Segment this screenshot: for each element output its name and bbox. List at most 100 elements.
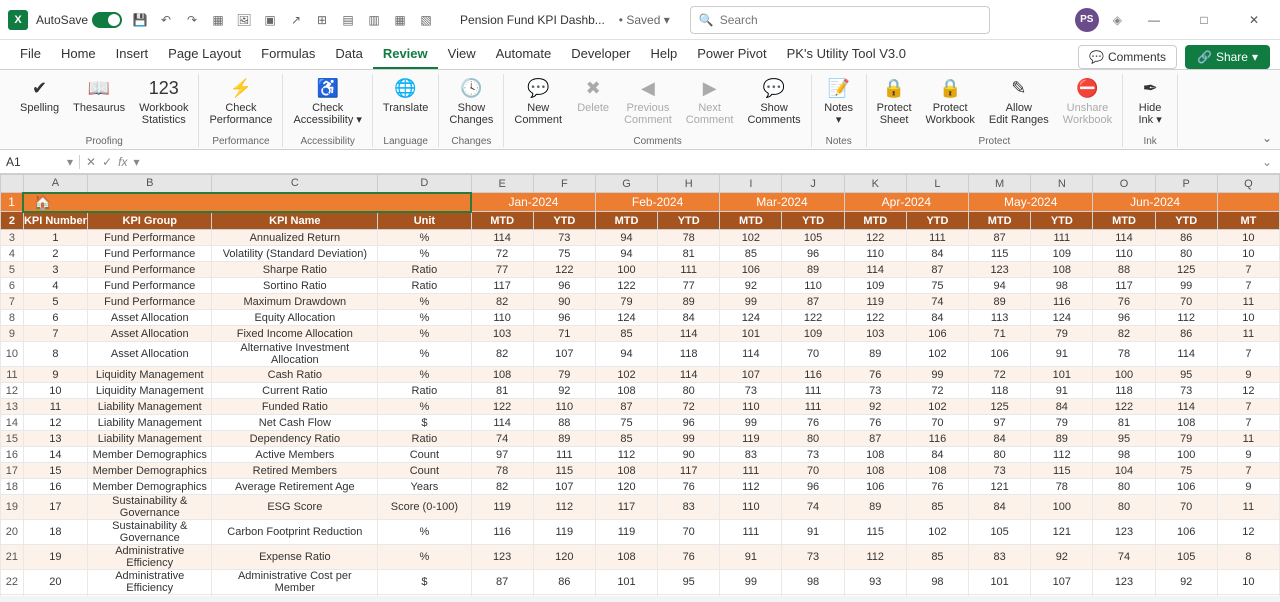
cell[interactable]: Fund Performance [88, 294, 212, 310]
table-row[interactable]: 1513Liability ManagementDependency Ratio… [1, 431, 1280, 447]
cell[interactable]: 98 [1093, 447, 1155, 463]
cell[interactable]: 104 [1093, 463, 1155, 479]
cell[interactable]: 7 [23, 326, 87, 342]
cell[interactable] [471, 595, 533, 597]
cell[interactable]: 82 [471, 479, 533, 495]
cell[interactable]: 83 [969, 545, 1031, 570]
cell[interactable]: 122 [533, 262, 595, 278]
cell[interactable]: 124 [595, 310, 657, 326]
cell[interactable]: 79 [1155, 431, 1217, 447]
cell[interactable]: 112 [533, 495, 595, 520]
cell[interactable]: Active Members [212, 447, 378, 463]
cell[interactable]: 10 [23, 383, 87, 399]
cell[interactable]: 9 [1217, 367, 1279, 383]
table-row[interactable]: 1311Liability ManagementFunded Ratio%122… [1, 399, 1280, 415]
cell[interactable]: 118 [969, 383, 1031, 399]
qat-icon-4[interactable]: ↗ [288, 12, 304, 28]
cell[interactable]: 102 [906, 399, 968, 415]
table-row[interactable]: 86Asset AllocationEquity Allocation%1109… [1, 310, 1280, 326]
cell[interactable]: 121 [969, 479, 1031, 495]
cell[interactable]: 123 [1093, 520, 1155, 545]
cell[interactable]: 83 [658, 495, 720, 520]
cell[interactable]: Member Demographics [88, 479, 212, 495]
cell[interactable]: 96 [658, 415, 720, 431]
cell[interactable]: 96 [782, 479, 844, 495]
qat-icon-3[interactable]: ▣ [262, 12, 278, 28]
table-row[interactable]: 42Fund PerformanceVolatility (Standard D… [1, 246, 1280, 262]
table-row[interactable]: 1917Sustainability & GovernanceESG Score… [1, 495, 1280, 520]
row-header[interactable]: 3 [1, 230, 24, 246]
cell[interactable]: 73 [533, 230, 595, 246]
ribbon-hide-ink-[interactable]: ✒HideInk ▾ [1127, 74, 1173, 135]
cell[interactable]: 116 [1031, 294, 1093, 310]
col-header-O[interactable]: O [1093, 175, 1155, 193]
save-status[interactable]: • Saved ▾ [619, 13, 670, 27]
cell[interactable]: $ [378, 570, 471, 595]
ribbon-check-accessibility-[interactable]: ♿CheckAccessibility ▾ [287, 74, 367, 135]
cell[interactable]: 96 [533, 310, 595, 326]
cell[interactable]: 87 [595, 399, 657, 415]
cell[interactable]: 73 [1155, 383, 1217, 399]
row-header[interactable]: 6 [1, 278, 24, 294]
table-row[interactable]: 1715Member DemographicsRetired MembersCo… [1, 463, 1280, 479]
col-header-D[interactable]: D [378, 175, 471, 193]
cell[interactable]: 98 [906, 570, 968, 595]
ribbon-show-changes[interactable]: 🕓ShowChanges [443, 74, 499, 135]
cell[interactable]: 81 [1093, 415, 1155, 431]
tab-view[interactable]: View [438, 40, 486, 69]
cell[interactable]: 108 [906, 463, 968, 479]
home-icon-cell[interactable]: 🏠 [23, 193, 471, 212]
row-header[interactable]: 7 [1, 294, 24, 310]
cell[interactable]: 10 [1217, 246, 1279, 262]
cell[interactable] [212, 595, 378, 597]
cell[interactable]: 87 [906, 262, 968, 278]
toggle-on-icon[interactable] [92, 12, 122, 28]
cell[interactable]: Ratio [378, 262, 471, 278]
col-header-E[interactable]: E [471, 175, 533, 193]
cell[interactable]: 7 [1217, 278, 1279, 294]
cell[interactable]: 74 [782, 495, 844, 520]
cell[interactable] [906, 595, 968, 597]
cell[interactable]: Equity Allocation [212, 310, 378, 326]
ribbon-new-comment[interactable]: 💬NewComment [508, 74, 568, 135]
cell[interactable]: 110 [720, 399, 782, 415]
cell[interactable]: Cash Ratio [212, 367, 378, 383]
cell[interactable]: 110 [1093, 246, 1155, 262]
cell[interactable]: Fund Performance [88, 262, 212, 278]
ribbon-workbook-statistics[interactable]: 123WorkbookStatistics [133, 74, 194, 135]
cell[interactable]: % [378, 367, 471, 383]
cell[interactable]: 7 [1217, 399, 1279, 415]
cell[interactable]: 70 [1155, 294, 1217, 310]
cell[interactable]: 119 [595, 520, 657, 545]
cell[interactable]: 80 [782, 431, 844, 447]
cell[interactable]: 75 [1155, 463, 1217, 479]
diamond-icon[interactable]: ◈ [1113, 13, 1122, 27]
cell[interactable]: 110 [782, 278, 844, 294]
cell[interactable]: 116 [471, 520, 533, 545]
cell[interactable]: 101 [595, 570, 657, 595]
cell[interactable]: Sustainability & Governance [88, 495, 212, 520]
fx-dropdown-icon[interactable]: ▾ [133, 155, 139, 169]
ribbon-translate[interactable]: 🌐Translate [377, 74, 434, 135]
cell[interactable]: Asset Allocation [88, 310, 212, 326]
cell[interactable]: 92 [1155, 570, 1217, 595]
table-row[interactable]: 1210Liquidity ManagementCurrent RatioRat… [1, 383, 1280, 399]
cell[interactable]: 114 [658, 326, 720, 342]
cell[interactable]: 111 [782, 383, 844, 399]
table-row[interactable]: 31Fund PerformanceAnnualized Return%1147… [1, 230, 1280, 246]
cell[interactable]: 124 [1031, 310, 1093, 326]
tab-page-layout[interactable]: Page Layout [158, 40, 251, 69]
cell[interactable]: 6 [23, 310, 87, 326]
cell[interactable]: 80 [1093, 495, 1155, 520]
cell[interactable]: 117 [658, 463, 720, 479]
cell[interactable]: 115 [1031, 463, 1093, 479]
cell[interactable]: 89 [782, 262, 844, 278]
cell[interactable]: Average Retirement Age [212, 479, 378, 495]
cell[interactable]: 95 [1093, 431, 1155, 447]
cell[interactable]: 122 [844, 310, 906, 326]
cell[interactable]: % [378, 246, 471, 262]
cell[interactable]: 84 [1031, 399, 1093, 415]
cell[interactable]: 80 [658, 383, 720, 399]
cell[interactable]: 4 [23, 278, 87, 294]
qat-icon-2[interactable]: 🖼 [236, 12, 252, 28]
